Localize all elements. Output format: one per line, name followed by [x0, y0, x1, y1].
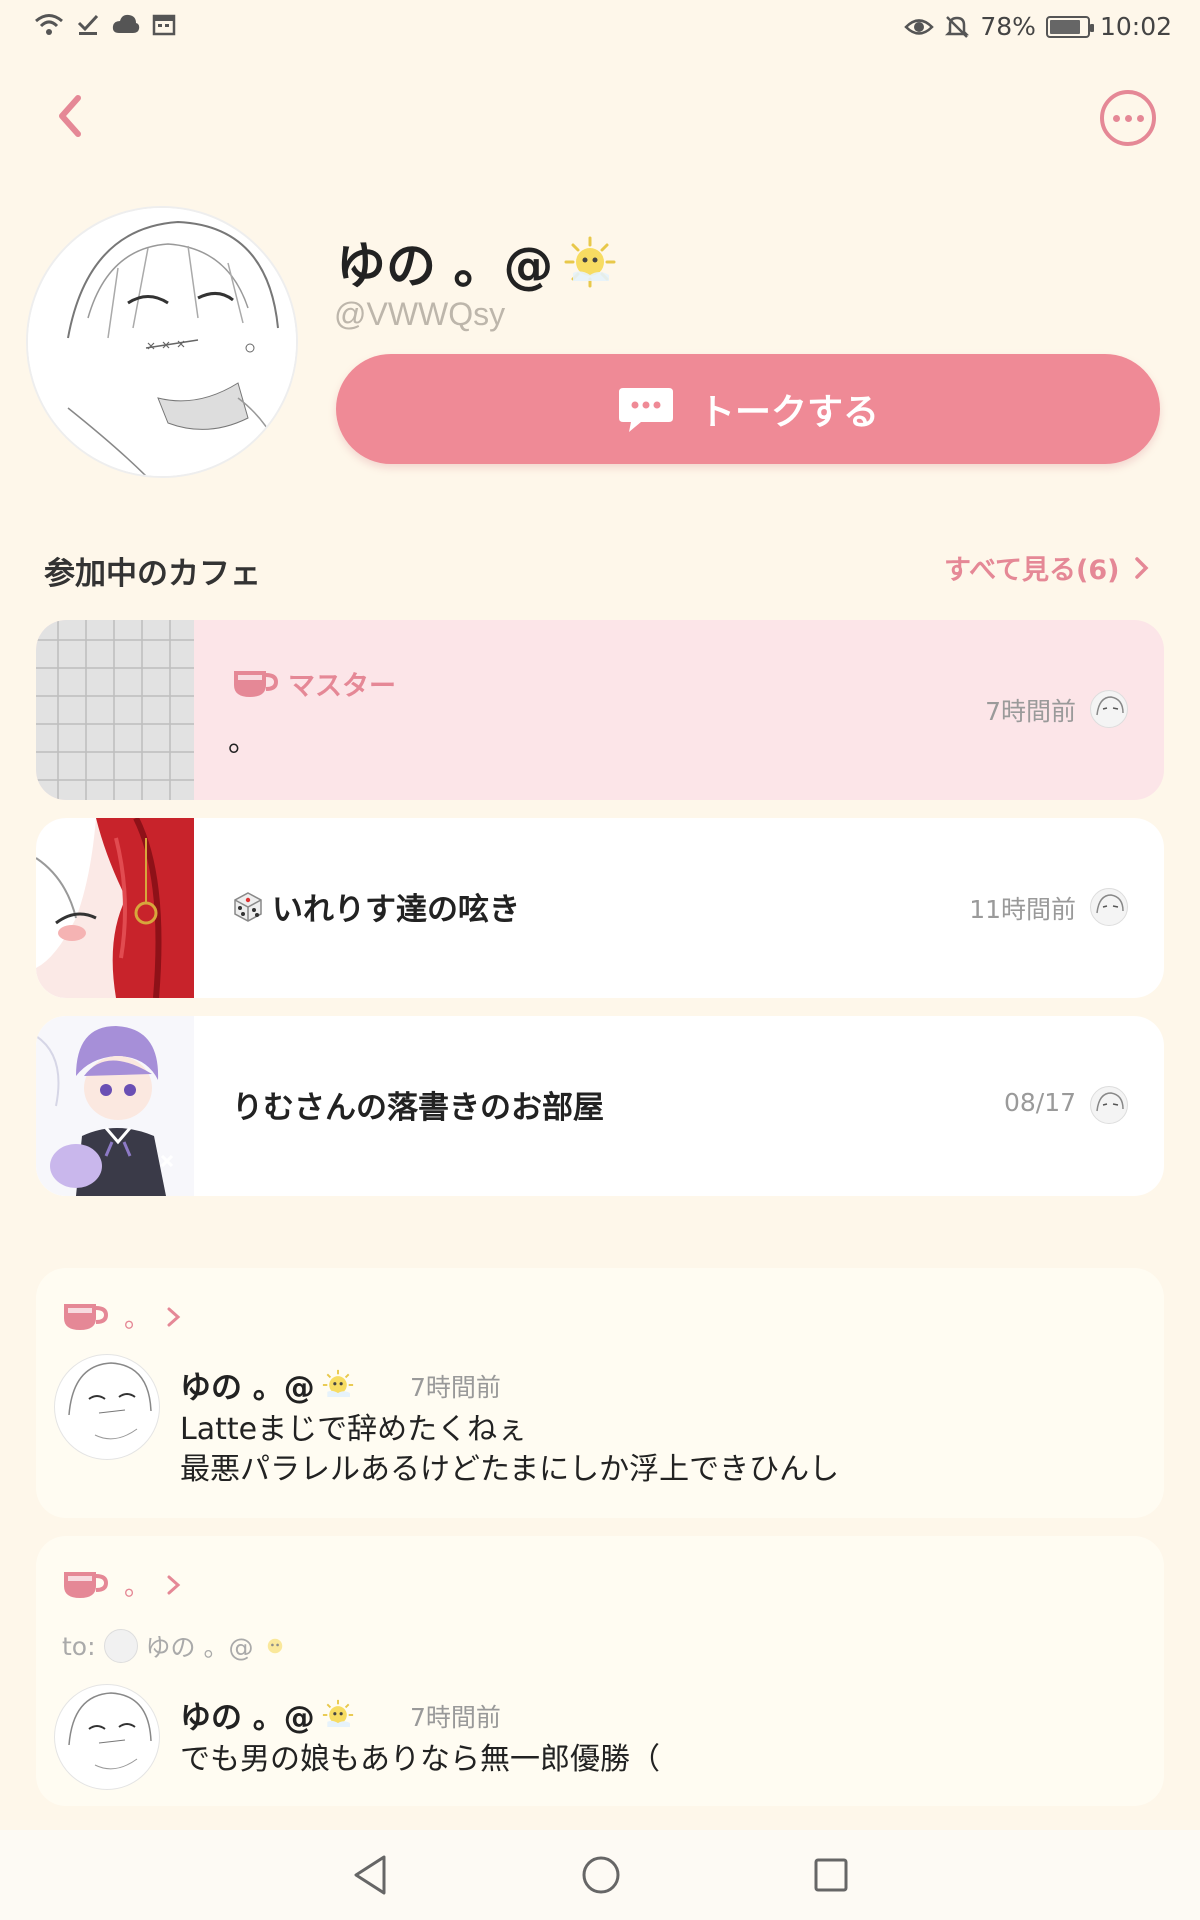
post-cafe-link[interactable]: 。: [62, 1566, 182, 1603]
dice-icon: [234, 891, 262, 922]
reply-to-user[interactable]: ゆの 。@: [146, 1628, 254, 1664]
cafe-updated-time: 7時間前: [985, 697, 1076, 726]
post-author-name[interactable]: ゆの 。@: [180, 1362, 355, 1407]
cloud-icon: [112, 14, 140, 33]
cafes-section-title: 参加中のカフェ: [44, 556, 261, 592]
cafe-name: いれりす達の呟き: [272, 892, 520, 928]
post-cafe-name: 。: [124, 1304, 151, 1334]
timeline-post[interactable]: 。 ゆの 。@ 7時間前 Latteまじで辞めたくねぇ 最悪パラレルあるけどたま…: [36, 1268, 1164, 1518]
cafe-title: いれりす達の呟き: [232, 884, 520, 929]
cafe-item[interactable]: マスター 。 7時間前: [36, 620, 1164, 800]
profile-avatar[interactable]: [26, 206, 298, 478]
see-all-link[interactable]: すべて見る(6): [944, 548, 1150, 587]
post-author-name[interactable]: ゆの 。@: [180, 1692, 355, 1737]
cafe-thumbnail: [36, 818, 194, 998]
master-badge-label: マスター: [288, 671, 396, 702]
clock: 10:02: [1099, 12, 1172, 41]
cafe-member-avatar: [1090, 1086, 1128, 1124]
cafe-updated-time: 08/17: [1003, 1088, 1076, 1117]
post-body: でも男の娘もありなら無一郎優勝（: [180, 1742, 660, 1777]
sun-emoji-icon: [322, 1369, 353, 1397]
post-cafe-name: 。: [124, 1572, 151, 1602]
wifi-icon: [35, 14, 63, 35]
chevron-right-icon: [1134, 556, 1148, 579]
reply-to-line: to: ゆの 。@: [62, 1628, 289, 1664]
post-time: 7時間前: [410, 1373, 501, 1402]
cup-icon: [64, 1571, 108, 1598]
more-options-button[interactable]: [1100, 90, 1156, 146]
cafe-member-avatar: [1090, 888, 1128, 926]
nav-recents-icon[interactable]: [812, 1856, 850, 1894]
cafe-item[interactable]: りむさんの落書きのお部屋 08/17: [36, 1016, 1164, 1196]
talk-button[interactable]: トークする: [336, 354, 1160, 464]
timeline-post[interactable]: 。 to: ゆの 。@ ゆの 。@ 7時間前 でも男の娘もありなら無一郎優勝（: [36, 1536, 1164, 1806]
profile-name-text: ゆの 。@: [336, 237, 554, 295]
status-icons-right: 78% 10:02: [904, 10, 1172, 44]
cup-icon: [64, 1303, 108, 1330]
sun-emoji-icon: [268, 1638, 283, 1654]
chat-bubble-icon: [618, 388, 673, 432]
system-nav-bar: [0, 1830, 1200, 1920]
reply-to-label: to:: [62, 1631, 96, 1661]
check-download-icon: [77, 14, 99, 35]
nav-home-icon[interactable]: [580, 1854, 622, 1896]
cafe-item[interactable]: いれりす達の呟き 11時間前: [36, 818, 1164, 998]
battery-icon: [1045, 16, 1094, 38]
post-cafe-link[interactable]: 。: [62, 1298, 182, 1335]
profile-handle: @VWWQsy: [334, 296, 506, 332]
nav-back-icon[interactable]: [350, 1853, 390, 1897]
cafe-thumbnail: [36, 1016, 194, 1196]
more-dot-icon: [1136, 114, 1144, 122]
master-badge: マスター: [232, 664, 396, 703]
profile-name: ゆの 。@: [336, 226, 617, 298]
chevron-left-icon: [59, 95, 81, 137]
more-dot-icon: [1124, 114, 1132, 122]
chevron-right-icon: [167, 1307, 181, 1326]
back-button[interactable]: [48, 88, 96, 144]
profile-screen: 78% 10:02 ゆの 。@ @VWWQsy トークする 参加中のカフェ すべ…: [0, 0, 1200, 1920]
eye-comfort-icon: [904, 19, 935, 35]
sun-emoji-icon: [564, 236, 616, 288]
post-author-name-text: ゆの 。@: [180, 1700, 315, 1736]
cafe-updated-time: 11時間前: [969, 895, 1076, 924]
cafe-member-avatar: [1090, 690, 1128, 728]
battery-percent: 78%: [980, 12, 1036, 41]
post-time: 7時間前: [410, 1703, 501, 1732]
cup-icon: [234, 670, 278, 697]
see-all-label: すべて見る(6): [944, 555, 1120, 586]
cafe-thumbnail: [36, 620, 194, 800]
more-dot-icon: [1112, 114, 1120, 122]
calendar-icon: [152, 14, 176, 36]
post-author-avatar[interactable]: [54, 1684, 160, 1790]
post-author-name-text: ゆの 。@: [180, 1370, 315, 1406]
status-icons-left: [34, 12, 176, 36]
chevron-right-icon: [167, 1575, 181, 1594]
post-author-avatar[interactable]: [54, 1354, 160, 1460]
reply-to-avatar: [103, 1629, 138, 1663]
sun-emoji-icon: [322, 1699, 353, 1727]
cafe-title: りむさんの落書きのお部屋: [232, 1082, 604, 1127]
mute-bell-icon: [945, 16, 970, 38]
cafe-name: りむさんの落書きのお部屋: [232, 1090, 604, 1126]
talk-button-label: トークする: [698, 392, 879, 433]
cafe-name: 。: [228, 724, 258, 759]
status-bar: 78% 10:02: [0, 0, 1200, 56]
post-body: Latteまじで辞めたくねぇ 最悪パラレルあるけどたまにしか浮上できひんし: [180, 1412, 840, 1487]
